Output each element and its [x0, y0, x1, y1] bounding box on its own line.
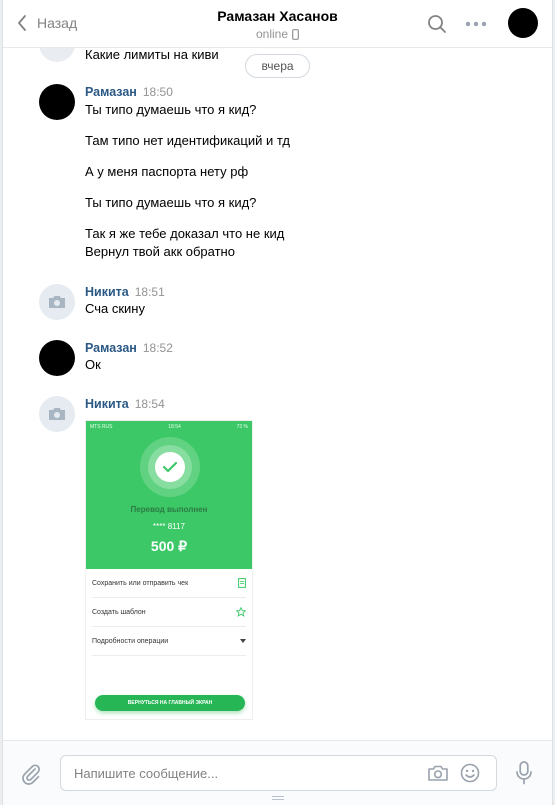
- battery-label: 73 %: [236, 424, 248, 430]
- message-text: Вернул твой акк обратно: [85, 244, 235, 259]
- author-name[interactable]: Рамазан: [85, 85, 137, 99]
- clock-label: 18:54: [168, 424, 181, 430]
- message-time: 18:50: [142, 85, 173, 99]
- message-text: Так я же тебе доказал что не кид: [85, 226, 285, 241]
- transfer-status: Перевод выполнен: [130, 505, 208, 514]
- message-text: Там типо нет идентификаций и тд: [85, 133, 290, 148]
- message-time: 18:54: [134, 397, 165, 411]
- row-label: Подробности операции: [92, 637, 169, 645]
- paperclip-icon[interactable]: [21, 763, 41, 785]
- online-status: online: [3, 27, 552, 41]
- message-text: Ты типо думаешь что я кид?: [85, 102, 257, 117]
- avatar[interactable]: [39, 48, 75, 62]
- star-icon: [236, 607, 246, 617]
- avatar[interactable]: [39, 84, 75, 120]
- message-composer: [3, 740, 552, 805]
- message-meta: Рамазан 18:50: [85, 84, 173, 99]
- author-name[interactable]: Рамазан: [85, 341, 137, 355]
- row-label: Сохранить или отправить чек: [92, 579, 189, 587]
- message-input-box: [60, 755, 497, 791]
- message-text: Сча скину: [85, 301, 145, 316]
- template-row: Создать шаблон: [92, 598, 246, 627]
- success-badge: [140, 437, 200, 497]
- return-home-button: ВЕРНУТЬСЯ НА ГЛАВНЫЙ ЭКРАН: [95, 695, 245, 711]
- message-time: 18:51: [134, 285, 165, 299]
- message-text: А у меня паспорта нету рф: [85, 164, 249, 179]
- caret-down-icon: [240, 639, 246, 643]
- avatar[interactable]: [39, 340, 75, 376]
- chat-header: Назад Рамазан Хасанов online: [3, 0, 552, 48]
- emoji-icon[interactable]: [460, 763, 480, 783]
- author-name[interactable]: Никита: [85, 285, 129, 299]
- avatar[interactable]: [39, 284, 75, 320]
- details-row: Подробности операции: [92, 627, 246, 656]
- message-meta: Рамазан 18:52: [85, 340, 173, 355]
- carrier-label: MTS RUS: [90, 424, 113, 430]
- avatar[interactable]: [39, 396, 75, 432]
- phone-status-bar: MTS RUS 18:54 73 %: [90, 424, 248, 430]
- online-label: online: [255, 27, 289, 41]
- message-feed: Какие лимиты на киви вчера Рамазан 18:50 …: [3, 48, 552, 738]
- photo-attachment[interactable]: MTS RUS 18:54 73 % Перевод выполнен ****…: [85, 420, 253, 720]
- date-divider: вчера: [245, 54, 310, 78]
- camera-icon: [49, 408, 65, 420]
- camera-icon: [49, 296, 65, 308]
- author-name[interactable]: Никита: [85, 397, 129, 411]
- message-time: 18:52: [142, 341, 173, 355]
- card-number: **** 8117: [153, 522, 185, 531]
- message-meta: Никита 18:51: [85, 284, 165, 299]
- more-icon[interactable]: [465, 21, 487, 27]
- receipt-icon: [238, 578, 246, 588]
- message-input[interactable]: [74, 756, 414, 790]
- message-meta: Никита 18:54: [85, 396, 165, 411]
- checkmark-icon: [162, 461, 178, 473]
- row-label: Создать шаблон: [92, 608, 146, 616]
- microphone-icon[interactable]: [515, 761, 533, 785]
- receipt-row: Сохранить или отправить чек: [92, 569, 246, 598]
- mobile-phone-icon: [292, 29, 299, 40]
- header-avatar[interactable]: [508, 8, 538, 38]
- message-text: Ты типо думаешь что я кид?: [85, 195, 257, 210]
- resize-grip[interactable]: [272, 796, 284, 800]
- transfer-amount: 500 ₽: [150, 538, 188, 554]
- chat-window: Назад Рамазан Хасанов online Какие лимит…: [2, 0, 553, 805]
- message-text: Какие лимиты на киви: [85, 48, 219, 62]
- message-text: Ок: [85, 357, 101, 372]
- search-icon[interactable]: [427, 14, 447, 34]
- payment-success-panel: MTS RUS 18:54 73 % Перевод выполнен ****…: [86, 421, 252, 569]
- camera-icon[interactable]: [427, 764, 449, 782]
